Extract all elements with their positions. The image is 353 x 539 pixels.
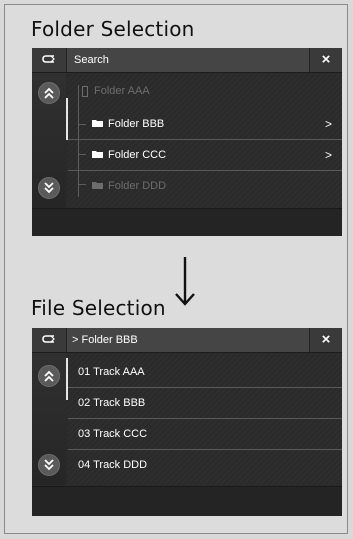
list-item-track-ddd[interactable]: 04 Track DDD <box>68 450 342 480</box>
page-frame: Folder Selection Search × Folder AAA Fol… <box>4 4 348 534</box>
folder-label: Folder CCC <box>108 149 167 161</box>
title-bar: > Folder BBB × <box>32 328 342 353</box>
root-folder-icon <box>82 86 88 97</box>
close-icon: × <box>321 331 331 348</box>
close-icon: × <box>321 51 331 68</box>
back-arrow-icon <box>42 55 55 63</box>
list-item-track-bbb[interactable]: 02 Track BBB <box>68 388 342 419</box>
down-arrow-icon <box>175 257 195 306</box>
scroll-up-button[interactable] <box>38 365 60 387</box>
scroll-sidebar <box>32 73 66 208</box>
back-button[interactable] <box>32 48 67 72</box>
double-chevron-down-icon <box>44 459 54 471</box>
double-chevron-up-icon <box>44 87 54 99</box>
file-selection-heading: File Selection <box>31 296 166 320</box>
screen-title: > Folder BBB <box>72 334 138 346</box>
track-label: 03 Track CCC <box>78 428 148 440</box>
track-label: 04 Track DDD <box>78 459 148 471</box>
close-button[interactable]: × <box>309 328 342 352</box>
bottom-bar <box>32 208 342 236</box>
list-item-folder-ddd: Folder DDD <box>68 171 342 201</box>
folder-selection-screen: Search × Folder AAA Folder BBB > Folder … <box>32 48 342 236</box>
scroll-sidebar <box>32 353 66 485</box>
back-arrow-icon <box>42 335 55 343</box>
screen-title: Search <box>74 54 109 66</box>
track-label: 01 Track AAA <box>78 366 145 378</box>
folder-icon <box>92 182 103 189</box>
folder-list: Folder AAA Folder BBB > Folder CCC > Fol… <box>68 73 342 208</box>
track-list: 01 Track AAA 02 Track BBB 03 Track CCC 0… <box>68 353 342 485</box>
title-bar: Search × <box>32 48 342 73</box>
chevron-right-icon: > <box>324 117 332 131</box>
folder-label: Folder AAA <box>94 85 150 97</box>
double-chevron-up-icon <box>44 370 54 382</box>
folder-icon <box>92 151 103 158</box>
list-item-folder-bbb[interactable]: Folder BBB > <box>68 109 342 140</box>
chevron-right-icon: > <box>324 148 332 162</box>
scroll-down-button[interactable] <box>38 177 60 199</box>
folder-selection-heading: Folder Selection <box>31 17 195 41</box>
list-item-track-aaa[interactable]: 01 Track AAA <box>68 357 342 388</box>
folder-label: Folder DDD <box>108 180 167 192</box>
scroll-down-button[interactable] <box>38 454 60 476</box>
list-item-track-ccc[interactable]: 03 Track CCC <box>68 419 342 450</box>
folder-label: Folder BBB <box>108 118 165 130</box>
bottom-bar <box>32 486 342 516</box>
file-selection-screen: > Folder BBB × 01 Track AAA 02 Track BBB… <box>32 328 342 516</box>
back-button[interactable] <box>32 328 67 352</box>
track-label: 02 Track BBB <box>78 397 146 409</box>
list-item-folder-ccc[interactable]: Folder CCC > <box>68 140 342 171</box>
folder-icon <box>92 120 103 127</box>
double-chevron-down-icon <box>44 182 54 194</box>
scroll-up-button[interactable] <box>38 82 60 104</box>
close-button[interactable]: × <box>309 48 342 72</box>
list-item-folder-aaa: Folder AAA <box>68 77 342 105</box>
